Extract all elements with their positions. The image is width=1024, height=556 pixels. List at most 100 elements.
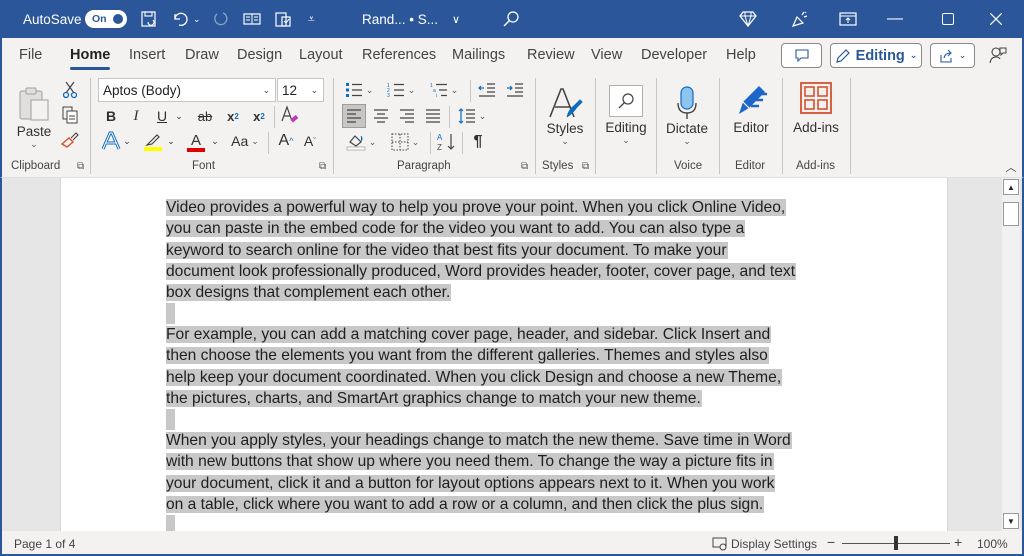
- dictate-button[interactable]: Dictate ⌄: [663, 78, 711, 154]
- collapse-ribbon-icon[interactable]: ︿: [1004, 160, 1018, 174]
- maximize-button[interactable]: [925, 0, 971, 38]
- highlight-dropdown-icon[interactable]: ⌄: [166, 130, 176, 152]
- cut-button[interactable]: [60, 80, 80, 100]
- font-size-combobox[interactable]: 12 ⌄: [277, 78, 324, 102]
- clear-formatting-button[interactable]: [279, 104, 301, 126]
- tab-layout[interactable]: Layout: [299, 47, 343, 63]
- strikethrough-button[interactable]: ab: [194, 106, 216, 126]
- pen-celebrate-icon[interactable]: [791, 0, 809, 38]
- scroll-thumb[interactable]: [1003, 202, 1019, 226]
- page-count[interactable]: Page 1 of 4: [14, 537, 75, 551]
- tab-help[interactable]: Help: [726, 47, 756, 63]
- subscript-button[interactable]: x2: [224, 106, 242, 126]
- reading-mode-icon[interactable]: [243, 0, 261, 38]
- zoom-level[interactable]: 100%: [977, 537, 1008, 551]
- comment-icon: [794, 49, 809, 62]
- vertical-scrollbar[interactable]: ▲ ▼: [1002, 178, 1020, 531]
- editing-mode-button[interactable]: Editing ⌄: [830, 43, 922, 68]
- search-icon[interactable]: [502, 0, 520, 38]
- font-color-button[interactable]: A: [185, 130, 207, 154]
- undo-icon[interactable]: [171, 0, 189, 38]
- tab-draw[interactable]: Draw: [185, 47, 219, 63]
- coauthor-icon[interactable]: [989, 46, 1007, 69]
- show-formatting-marks-button[interactable]: ¶: [468, 130, 488, 154]
- autosave-toggle[interactable]: On: [85, 0, 127, 38]
- text-effects-button[interactable]: [101, 130, 121, 152]
- bold-button[interactable]: B: [103, 106, 119, 126]
- editor-button[interactable]: Editor: [727, 78, 775, 138]
- multilevel-list-button[interactable]: 1 a i ⌄: [426, 79, 462, 101]
- text-effects-dropdown-icon[interactable]: ⌄: [122, 130, 132, 152]
- grow-font-button[interactable]: A ^: [276, 130, 296, 152]
- tab-insert[interactable]: Insert: [129, 47, 165, 63]
- group-label-add-ins: Add-ins: [796, 160, 835, 172]
- tab-references[interactable]: References: [362, 47, 436, 63]
- selection-paragraph-mark: [166, 303, 175, 324]
- document-page[interactable]: Video provides a powerful way to help yo…: [60, 178, 948, 531]
- close-button[interactable]: [973, 0, 1019, 38]
- justify-button[interactable]: [421, 104, 445, 128]
- superscript-button[interactable]: x2: [250, 106, 268, 126]
- shading-button[interactable]: ⌄: [342, 130, 380, 154]
- underline-button[interactable]: U: [154, 106, 170, 126]
- comments-button[interactable]: [781, 43, 822, 68]
- triangle-down-icon: ▼: [1007, 516, 1015, 526]
- document-title[interactable]: Rand... • S... ∨: [362, 0, 460, 38]
- display-settings-button[interactable]: Display Settings: [712, 537, 817, 551]
- tab-developer[interactable]: Developer: [641, 47, 707, 63]
- font-launcher-icon[interactable]: ⧉: [319, 161, 326, 172]
- tab-view[interactable]: View: [591, 47, 622, 63]
- tab-design[interactable]: Design: [237, 47, 282, 63]
- clipboard-launcher-icon[interactable]: ⧉: [77, 161, 84, 172]
- font-name-combobox[interactable]: Aptos (Body) ⌄: [98, 78, 276, 102]
- scroll-down-button[interactable]: ▼: [1003, 513, 1019, 529]
- numbering-button[interactable]: 1 2 3 ⌄: [384, 79, 418, 101]
- zoom-in-button[interactable]: +: [954, 534, 962, 550]
- shrink-font-button[interactable]: Aˇ: [300, 130, 320, 152]
- tab-file[interactable]: File: [19, 47, 42, 63]
- close-icon: [990, 13, 1002, 25]
- copy-button[interactable]: [60, 105, 80, 125]
- sort-button[interactable]: AZ: [434, 130, 458, 154]
- align-right-button[interactable]: [395, 104, 419, 128]
- line-spacing-button[interactable]: ⌄: [454, 104, 490, 128]
- customize-qat-icon[interactable]: ⩡: [308, 0, 315, 38]
- italic-button[interactable]: I: [128, 106, 144, 126]
- chevron-down-icon: ⌄: [622, 134, 630, 145]
- zoom-slider-thumb[interactable]: [894, 536, 898, 550]
- paragraph-1[interactable]: Video provides a powerful way to help yo…: [166, 197, 856, 303]
- premium-diamond-icon[interactable]: [739, 0, 757, 38]
- increase-indent-button[interactable]: [504, 79, 526, 101]
- scroll-up-button[interactable]: ▲: [1003, 179, 1019, 195]
- add-ins-button[interactable]: Add-ins: [790, 78, 842, 138]
- zoom-out-button[interactable]: −: [827, 534, 835, 550]
- editor-pen-icon: [739, 85, 767, 114]
- decrease-indent-button[interactable]: [476, 79, 498, 101]
- tab-mailings[interactable]: Mailings: [452, 47, 505, 63]
- align-left-icon: [347, 109, 361, 123]
- ribbon-display-icon[interactable]: [839, 0, 857, 38]
- paste-button[interactable]: Paste ⌄: [14, 78, 54, 158]
- document-check-icon[interactable]: [274, 0, 292, 38]
- borders-button[interactable]: ⌄: [386, 130, 424, 154]
- paragraph-3[interactable]: When you apply styles, your headings cha…: [166, 430, 856, 515]
- editing-button[interactable]: Editing ⌄: [602, 77, 650, 153]
- highlight-button[interactable]: [142, 130, 164, 154]
- bullets-button[interactable]: ⌄: [342, 79, 376, 101]
- undo-dropdown-icon[interactable]: ⌄: [193, 0, 201, 38]
- styles-launcher-icon[interactable]: ⧉: [582, 161, 589, 172]
- change-case-button[interactable]: Aa ⌄: [228, 130, 262, 152]
- share-button[interactable]: ⌄: [930, 43, 975, 68]
- tab-review[interactable]: Review: [527, 47, 575, 63]
- minimize-button[interactable]: —: [872, 0, 918, 38]
- format-painter-button[interactable]: [60, 130, 80, 150]
- styles-gallery-button[interactable]: Styles ⌄: [542, 78, 588, 154]
- paragraph-launcher-icon[interactable]: ⧉: [521, 161, 528, 172]
- font-color-dropdown-icon[interactable]: ⌄: [210, 130, 220, 152]
- save-sync-icon[interactable]: [140, 0, 158, 38]
- tab-home[interactable]: Home: [70, 47, 111, 70]
- paragraph-2[interactable]: For example, you can add a matching cove…: [166, 324, 856, 409]
- align-center-button[interactable]: [369, 104, 393, 128]
- underline-dropdown-icon[interactable]: ⌄: [174, 106, 184, 126]
- align-left-button[interactable]: [342, 104, 366, 128]
